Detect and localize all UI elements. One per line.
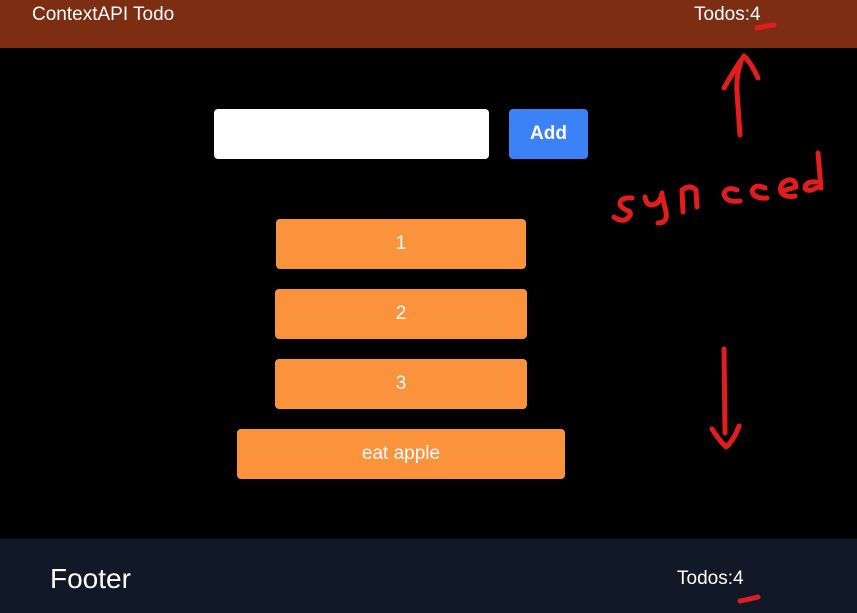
todo-item[interactable]: eat apple: [237, 429, 565, 479]
todo-item[interactable]: 3: [275, 359, 527, 409]
synced-s: [611, 195, 635, 223]
todo-item[interactable]: 2: [275, 289, 527, 339]
footer-todo-count: Todos:4: [677, 568, 744, 589]
synced-c2: [749, 183, 770, 201]
synced-d: [802, 150, 824, 193]
todo-item[interactable]: 1: [276, 219, 526, 269]
app-title: ContextAPI Todo: [32, 4, 175, 25]
add-button[interactable]: Add: [509, 109, 588, 159]
synced-y: [642, 190, 669, 226]
header-todo-count: Todos:4: [694, 4, 761, 25]
todo-input[interactable]: [214, 109, 489, 159]
synced-c1: [721, 186, 743, 204]
footer-title: Footer: [50, 563, 131, 594]
app-footer: Footer Todos:4: [0, 539, 857, 613]
synced-e: [778, 177, 799, 199]
app-page: ContextAPI Todo Todos:4 Add 1 2 3 eat ap…: [0, 0, 857, 613]
down-arrow-icon: [709, 346, 742, 450]
synced-n: [679, 184, 700, 215]
app-header: ContextAPI Todo Todos:4: [0, 0, 857, 48]
up-arrow-icon: [721, 53, 761, 138]
